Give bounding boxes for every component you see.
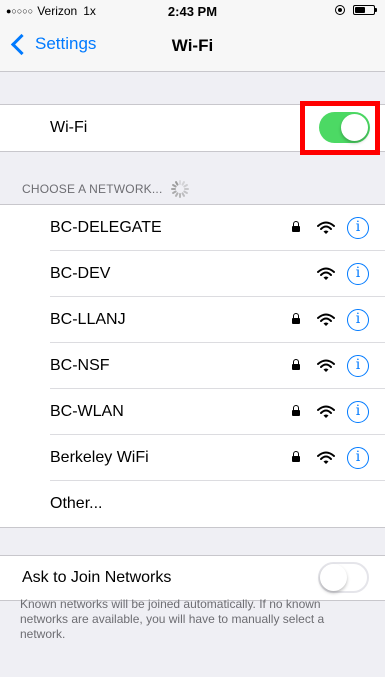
lock-icon xyxy=(291,451,301,463)
wifi-toggle-switch[interactable] xyxy=(319,112,370,143)
section-header-label: CHOOSE A NETWORK... xyxy=(22,182,163,196)
navigation-bar: Settings Wi-Fi xyxy=(0,22,385,72)
lock-body xyxy=(292,456,300,462)
wifi-signal-icon xyxy=(317,313,335,326)
network-name: Berkeley WiFi xyxy=(50,449,149,466)
other-network-row[interactable]: Other... xyxy=(0,481,385,527)
wifi-signal-icon xyxy=(317,359,335,372)
battery-level xyxy=(355,7,365,13)
spinner-tick xyxy=(178,193,181,198)
ask-to-join-note: Known networks will be joined automatica… xyxy=(20,597,325,641)
lock-body xyxy=(292,364,300,370)
network-row[interactable]: BC-DELEGATE i xyxy=(0,205,385,251)
info-icon[interactable]: i xyxy=(347,217,369,239)
network-row[interactable]: BC-NSF i xyxy=(0,343,385,389)
network-name: BC-DEV xyxy=(50,265,111,282)
wifi-signal-icon xyxy=(317,405,335,418)
network-name: BC-NSF xyxy=(50,357,110,374)
other-network-label: Other... xyxy=(50,495,103,512)
info-icon[interactable]: i xyxy=(347,355,369,377)
lock-icon xyxy=(291,405,301,417)
ask-to-join-label: Ask to Join Networks xyxy=(22,569,172,586)
wifi-signal-icon xyxy=(317,267,335,280)
network-name: BC-LLANJ xyxy=(50,311,126,328)
info-icon[interactable]: i xyxy=(347,401,369,423)
lock-body xyxy=(292,318,300,324)
spinner-tick xyxy=(170,188,176,190)
status-bar: ●○○○○ Verizon 1x 2:43 PM xyxy=(0,0,385,22)
network-list: BC-DELEGATE i BC-DEV i BC-LLANJ i BC-NSF i BC-WL… xyxy=(0,204,385,528)
toggle-knob xyxy=(320,564,347,591)
lock-body xyxy=(292,226,300,232)
status-right xyxy=(335,5,377,15)
network-row[interactable]: BC-LLANJ i xyxy=(0,297,385,343)
status-time: 2:43 PM xyxy=(167,4,218,19)
loading-spinner-icon xyxy=(170,180,189,198)
network-row[interactable]: BC-DEV i xyxy=(0,251,385,297)
info-icon[interactable]: i xyxy=(347,263,369,285)
wifi-signal-icon xyxy=(317,221,335,234)
network-name: BC-DELEGATE xyxy=(50,219,162,236)
lock-body xyxy=(292,410,300,416)
lock-icon xyxy=(291,313,301,325)
lock-icon xyxy=(291,221,301,233)
network-row[interactable]: Berkeley WiFi i xyxy=(0,435,385,481)
network-name: BC-WLAN xyxy=(50,403,124,420)
lock-icon xyxy=(291,359,301,371)
choose-network-header: CHOOSE A NETWORK... xyxy=(22,180,189,198)
battery-icon xyxy=(353,5,377,15)
ask-to-join-toggle[interactable] xyxy=(318,562,369,593)
wifi-label: Wi-Fi xyxy=(50,119,88,136)
info-icon[interactable]: i xyxy=(347,447,369,469)
toggle-knob xyxy=(341,114,368,141)
wifi-signal-icon xyxy=(317,451,335,464)
info-icon[interactable]: i xyxy=(347,309,369,331)
page-title: Wi-Fi xyxy=(171,36,214,55)
location-icon xyxy=(335,5,345,15)
network-row[interactable]: BC-WLAN i xyxy=(0,389,385,435)
